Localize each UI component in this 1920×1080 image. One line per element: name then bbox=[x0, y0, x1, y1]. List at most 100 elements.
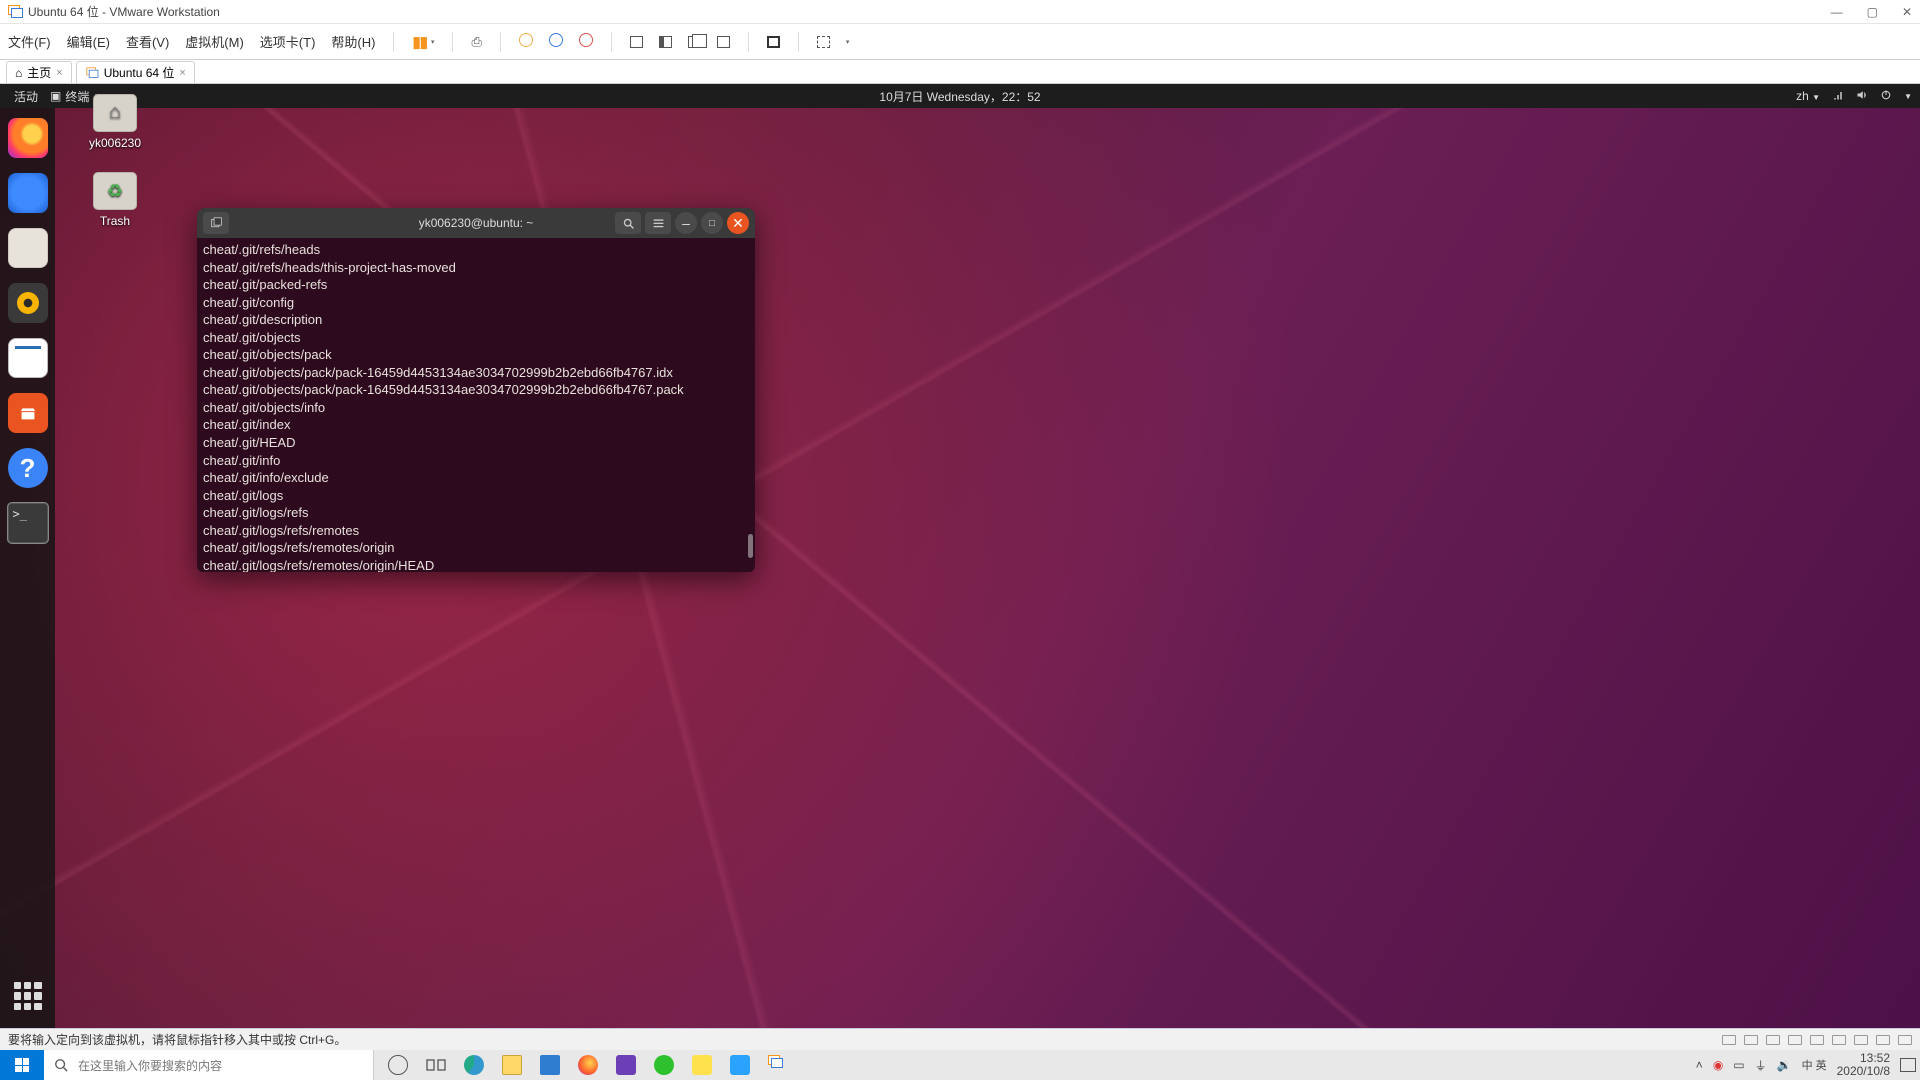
dock-libreoffice-writer[interactable] bbox=[8, 338, 48, 378]
taskbar-apps bbox=[380, 1050, 796, 1080]
power-icon[interactable] bbox=[1880, 89, 1892, 104]
terminal-scrollbar-thumb[interactable] bbox=[748, 534, 753, 558]
task-explorer[interactable] bbox=[494, 1050, 530, 1080]
task-sticky[interactable] bbox=[684, 1050, 720, 1080]
system-menu-chevron-icon[interactable]: ▼ bbox=[1904, 92, 1912, 101]
trash-icon bbox=[93, 172, 137, 210]
view-detach-icon[interactable] bbox=[717, 36, 730, 48]
dock-thunderbird[interactable] bbox=[8, 173, 48, 213]
send-cad-button[interactable]: ⎙ bbox=[471, 34, 481, 50]
fullscreen-button[interactable] bbox=[767, 36, 780, 48]
dock-terminal[interactable] bbox=[8, 503, 48, 543]
tab-home[interactable]: ⌂ 主页 × bbox=[6, 61, 72, 83]
view-split-icon[interactable] bbox=[659, 36, 672, 48]
snapshot-revert-icon[interactable] bbox=[549, 33, 563, 50]
terminal-output-line: cheat/.git/refs/heads bbox=[203, 241, 749, 259]
task-wechat[interactable] bbox=[646, 1050, 682, 1080]
terminal-output-line: cheat/.git/logs/refs/remotes/origin bbox=[203, 539, 749, 557]
task-cortana[interactable] bbox=[380, 1050, 416, 1080]
start-button[interactable] bbox=[0, 1050, 44, 1080]
terminal-minimize-button[interactable]: – bbox=[675, 212, 697, 234]
host-minimize-button[interactable]: — bbox=[1831, 5, 1843, 19]
menu-edit[interactable]: 编辑(E) bbox=[67, 32, 110, 51]
taskbar-search[interactable]: 在这里输入你要搜索的内容 bbox=[44, 1050, 374, 1080]
host-maximize-button[interactable]: ▢ bbox=[1867, 5, 1878, 19]
tab-vm-close[interactable]: × bbox=[179, 67, 185, 79]
tray-ime[interactable]: 中英 bbox=[1802, 1057, 1827, 1073]
tray-wifi-icon[interactable]: ⏚ bbox=[1755, 1057, 1767, 1074]
ubuntu-topbar: 活动 ▣ 终端 ▼ 10月7日 Wednesday，22：52 zh ▼ ▼ bbox=[0, 84, 1920, 108]
unity-button[interactable] bbox=[817, 36, 830, 48]
terminal-output-line: cheat/.git/description bbox=[203, 311, 749, 329]
tray-clock[interactable]: 13:52 2020/10/8 bbox=[1837, 1052, 1890, 1078]
terminal-body[interactable]: cheat/.git/refs/headscheat/.git/refs/hea… bbox=[197, 238, 755, 572]
terminal-maximize-button[interactable]: □ bbox=[701, 212, 723, 234]
menu-view[interactable]: 查看(V) bbox=[126, 32, 169, 51]
task-app-purple[interactable] bbox=[608, 1050, 644, 1080]
statusbar-hint: 要将输入定向到该虚拟机，请将鼠标指针移入其中或按 Ctrl+G。 bbox=[8, 1031, 346, 1048]
host-close-button[interactable]: ✕ bbox=[1902, 5, 1912, 19]
snapshot-take-icon[interactable] bbox=[519, 33, 533, 50]
terminal-new-tab-button[interactable] bbox=[203, 212, 229, 234]
vmware-tab-strip: ⌂ 主页 × Ubuntu 64 位 × bbox=[0, 60, 1920, 84]
tray-chevron-up-icon[interactable]: ˄ bbox=[1696, 1058, 1703, 1072]
windows-taskbar: 在这里输入你要搜索的内容 ˄ ◉ ▭ ⏚ 🔉 中英 13:52 2020/10/… bbox=[0, 1050, 1920, 1080]
dock-files[interactable] bbox=[8, 228, 48, 268]
terminal-output-line: cheat/.git/info/exclude bbox=[203, 469, 749, 487]
tab-home-close[interactable]: × bbox=[56, 67, 62, 79]
terminal-title: yk006230@ubuntu: ~ bbox=[419, 216, 534, 230]
vm-icon bbox=[86, 67, 97, 78]
terminal-close-button[interactable]: ✕ bbox=[727, 212, 749, 234]
dock-rhythmbox[interactable] bbox=[8, 283, 48, 323]
menu-help[interactable]: 帮助(H) bbox=[331, 32, 375, 51]
tray-battery-icon[interactable]: ▭ bbox=[1733, 1058, 1744, 1072]
menu-file[interactable]: 文件(F) bbox=[8, 32, 51, 51]
view-multi-icon[interactable] bbox=[688, 36, 701, 48]
menu-tabs[interactable]: 选项卡(T) bbox=[260, 32, 316, 51]
menu-vm[interactable]: 虚拟机(M) bbox=[185, 32, 244, 51]
terminal-menu-button[interactable] bbox=[645, 212, 671, 234]
terminal-window[interactable]: yk006230@ubuntu: ~ – □ ✕ cheat/.git/refs… bbox=[197, 208, 755, 572]
task-app-blue[interactable] bbox=[722, 1050, 758, 1080]
terminal-topbar-icon: ▣ bbox=[50, 89, 61, 103]
guest-display: 活动 ▣ 终端 ▼ 10月7日 Wednesday，22：52 zh ▼ ▼ ?… bbox=[0, 84, 1920, 1028]
task-edge[interactable] bbox=[456, 1050, 492, 1080]
snapshot-manage-icon[interactable] bbox=[579, 33, 593, 50]
tray-security-icon[interactable]: ◉ bbox=[1713, 1058, 1723, 1072]
taskbar-systray: ˄ ◉ ▭ ⏚ 🔉 中英 13:52 2020/10/8 bbox=[1696, 1052, 1920, 1078]
tray-action-center-icon[interactable] bbox=[1900, 1058, 1916, 1072]
terminal-output-line: cheat/.git/HEAD bbox=[203, 434, 749, 452]
terminal-search-button[interactable] bbox=[615, 212, 641, 234]
volume-icon[interactable] bbox=[1856, 89, 1868, 104]
terminal-output-line: cheat/.git/logs bbox=[203, 487, 749, 505]
tray-volume-icon[interactable]: 🔉 bbox=[1777, 1058, 1792, 1072]
terminal-titlebar[interactable]: yk006230@ubuntu: ~ – □ ✕ bbox=[197, 208, 755, 238]
terminal-output-line: cheat/.git/objects/pack/pack-16459d44531… bbox=[203, 364, 749, 382]
desktop-home-folder[interactable]: yk006230 bbox=[80, 94, 150, 150]
task-vmware[interactable] bbox=[760, 1050, 796, 1080]
network-icon[interactable] bbox=[1832, 89, 1844, 104]
dock-show-apps[interactable] bbox=[14, 982, 42, 1010]
vmware-titlebar: Ubuntu 64 位 - VMware Workstation — ▢ ✕ bbox=[0, 0, 1920, 24]
vmware-menubar: 文件(F) 编辑(E) 查看(V) 虚拟机(M) 选项卡(T) 帮助(H) ▮▮… bbox=[0, 24, 1920, 60]
dock-firefox[interactable] bbox=[8, 118, 48, 158]
tab-vm[interactable]: Ubuntu 64 位 × bbox=[76, 61, 195, 83]
terminal-output-line: cheat/.git/objects/info bbox=[203, 399, 749, 417]
activities-button[interactable]: 活动 bbox=[8, 88, 44, 105]
view-single-icon[interactable] bbox=[630, 36, 643, 48]
task-taskview[interactable] bbox=[418, 1050, 454, 1080]
terminal-output-line: cheat/.git/logs/refs/remotes bbox=[203, 522, 749, 540]
topbar-lang[interactable]: zh ▼ bbox=[1796, 89, 1820, 103]
search-icon bbox=[54, 1058, 68, 1072]
topbar-datetime[interactable]: 10月7日 Wednesday，22：52 bbox=[879, 88, 1040, 105]
vmware-device-tray[interactable] bbox=[1722, 1035, 1912, 1045]
dock-ubuntu-software[interactable] bbox=[8, 393, 48, 433]
dock-help[interactable]: ? bbox=[8, 448, 48, 488]
vm-pause-button[interactable]: ▮▮▾ bbox=[412, 33, 434, 51]
task-firefox[interactable] bbox=[570, 1050, 606, 1080]
terminal-output-line: cheat/.git/info bbox=[203, 452, 749, 470]
task-mail[interactable] bbox=[532, 1050, 568, 1080]
terminal-output-line: cheat/.git/refs/heads/this-project-has-m… bbox=[203, 259, 749, 277]
desktop-trash[interactable]: Trash bbox=[80, 172, 150, 228]
search-placeholder: 在这里输入你要搜索的内容 bbox=[78, 1057, 222, 1074]
